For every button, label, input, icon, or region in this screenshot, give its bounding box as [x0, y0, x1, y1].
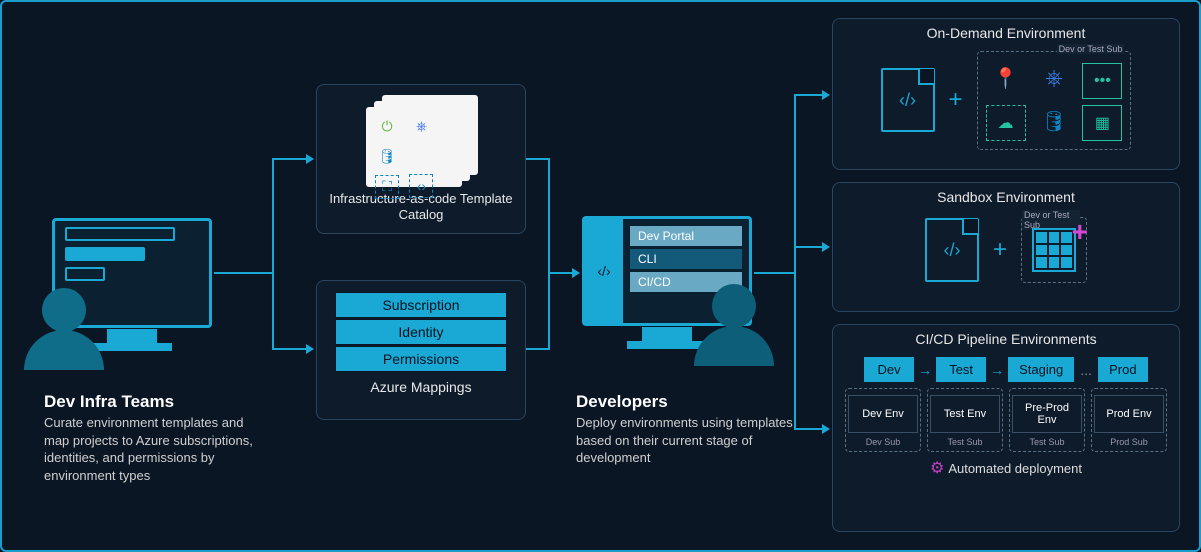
sandbox-code-icon: ‹/›: [925, 218, 979, 282]
code-file-icon: ‹/›: [881, 68, 935, 132]
catalog-panel: ⏻ ⎈ 🛢 ⛶ ‹› Infrastructure-as-code Templa…: [316, 84, 526, 234]
arrow-icon: [306, 344, 314, 354]
connector-line: [272, 348, 308, 350]
connector-line: [526, 158, 550, 160]
pipeline-panel: CI/CD Pipeline Environments Dev → Test →…: [832, 324, 1180, 532]
env-dev: Dev Env Dev Sub: [845, 388, 921, 452]
storage-icon: 🛢: [1034, 103, 1074, 139]
developers-text: Developers Deploy environments using tem…: [576, 392, 806, 467]
arrow-icon: [572, 268, 580, 278]
mapping-subscription: Subscription: [335, 292, 507, 318]
dev-list-portal: Dev Portal: [629, 225, 743, 247]
database-icon: 🛢: [375, 144, 399, 168]
pipeline-stages: Dev → Test → Staging ... Prod: [833, 357, 1179, 382]
env-preprod-name: Pre-Prod Env: [1012, 395, 1082, 433]
developers-desc: Deploy environments using templates base…: [576, 414, 806, 467]
arrow-icon: [306, 154, 314, 164]
kubernetes-icon: ⎈: [1034, 60, 1074, 96]
ondemand-panel: On-Demand Environment ‹/› + Dev or Test …: [832, 18, 1180, 170]
env-test-sub: Test Sub: [930, 437, 1000, 447]
document-stack-icon: ⏻ ⎈ 🛢 ⛶ ‹›: [366, 95, 476, 185]
connector-line: [794, 246, 824, 248]
kubernetes-icon: ⎈: [409, 114, 433, 138]
env-preprod-sub: Test Sub: [1012, 437, 1082, 447]
connector-line: [526, 348, 550, 350]
resource-grid: Dev or Test Sub 📍 ⎈ ••• ☁ 🛢 ▦: [977, 51, 1132, 150]
stage-staging: Staging: [1008, 357, 1074, 382]
pipeline-envs: Dev Env Dev Sub Test Env Test Sub Pre-Pr…: [833, 388, 1179, 452]
env-prod: Prod Env Prod Sub: [1091, 388, 1167, 452]
more-icon: •••: [1082, 63, 1122, 99]
pipeline-title: CI/CD Pipeline Environments: [833, 325, 1179, 351]
sandbox-title: Sandbox Environment: [833, 183, 1179, 209]
connector-line: [272, 158, 274, 350]
grid-icon: ▦: [1082, 105, 1122, 141]
code-badge-icon: ‹/›: [585, 219, 623, 323]
add-icon: +: [1072, 216, 1088, 248]
connector-line: [548, 272, 550, 350]
plus-icon: +: [949, 86, 963, 114]
resource-grid-label: Dev or Test Sub: [1057, 44, 1125, 54]
mappings-title: Azure Mappings: [317, 373, 525, 399]
arrow-icon: [822, 90, 830, 100]
env-dev-name: Dev Env: [848, 395, 918, 433]
automated-deployment-label: Automated deployment: [948, 461, 1082, 476]
expand-icon: ⛶: [375, 175, 399, 199]
mappings-panel: Subscription Identity Permissions Azure …: [316, 280, 526, 420]
code-icon: ‹›: [409, 174, 433, 198]
pin-icon: 📍: [986, 61, 1026, 97]
stage-test: Test: [936, 357, 986, 382]
automated-deployment: ⚙ Automated deployment: [833, 458, 1179, 478]
connector-line: [794, 428, 824, 430]
power-icon: ⏻: [375, 114, 399, 138]
dev-infra-text: Dev Infra Teams Curate environment templ…: [44, 392, 262, 484]
env-prod-name: Prod Env: [1094, 395, 1164, 433]
env-preprod: Pre-Prod Env Test Sub: [1009, 388, 1085, 452]
person-icon: [42, 288, 86, 332]
env-test: Test Env Test Sub: [927, 388, 1003, 452]
connector-line: [272, 158, 308, 160]
stage-prod: Prod: [1098, 357, 1148, 382]
connector-line: [214, 272, 272, 274]
dev-infra-title: Dev Infra Teams: [44, 392, 262, 412]
arrow-icon: →: [990, 362, 1004, 378]
dev-infra-visual: [52, 218, 212, 328]
connector-line: [794, 94, 796, 428]
connector-line: [548, 272, 574, 274]
stage-dev: Dev: [864, 357, 914, 382]
connector-line: [794, 94, 824, 96]
dev-list-cli: CLI: [629, 248, 743, 270]
ellipsis-icon: ...: [1080, 362, 1092, 378]
connector-line: [754, 272, 794, 274]
sandbox-plus-icon: +: [993, 236, 1007, 264]
person-body-icon: [24, 330, 104, 370]
gear-icon: ⚙: [930, 458, 944, 478]
mapping-permissions: Permissions: [335, 346, 507, 372]
dev-person-body-icon: [694, 326, 774, 366]
mapping-identity: Identity: [335, 319, 507, 345]
sandbox-resource-grid: Dev or Test Sub +: [1021, 217, 1087, 283]
arrow-icon: →: [918, 362, 932, 378]
connector-line: [548, 158, 550, 272]
arrow-icon: [822, 242, 830, 252]
cloud-icon: ☁: [986, 105, 1026, 141]
ondemand-title: On-Demand Environment: [833, 19, 1179, 45]
sandbox-grid-icon: +: [1032, 228, 1076, 272]
developers-visual: ‹/› Dev Portal CLI CI/CD: [582, 216, 752, 326]
developers-title: Developers: [576, 392, 806, 412]
arrow-icon: [822, 424, 830, 434]
dev-infra-desc: Curate environment templates and map pro…: [44, 414, 262, 484]
env-test-name: Test Env: [930, 395, 1000, 433]
dev-person-icon: [712, 284, 756, 328]
sandbox-panel: Sandbox Environment ‹/› + Dev or Test Su…: [832, 182, 1180, 312]
env-dev-sub: Dev Sub: [848, 437, 918, 447]
env-prod-sub: Prod Sub: [1094, 437, 1164, 447]
